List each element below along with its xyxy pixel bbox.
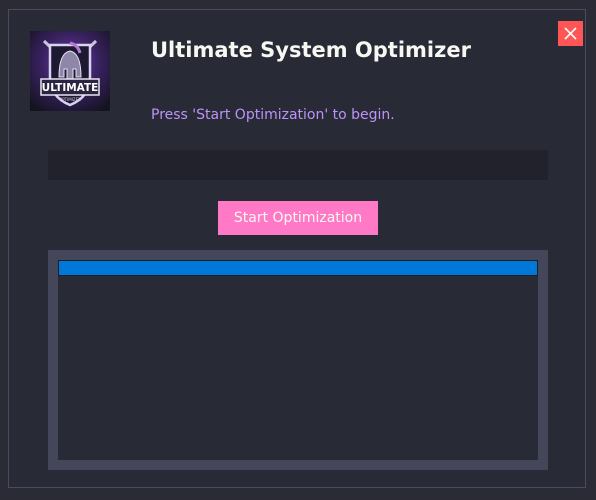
progress-bar <box>48 150 548 180</box>
log-entry-selected[interactable] <box>58 260 538 276</box>
app-title: Ultimate System Optimizer <box>151 38 471 62</box>
logo-subtext: OPTIMIZER <box>59 97 81 102</box>
logo-text: ULTIMATE <box>42 82 99 94</box>
close-icon <box>564 27 577 40</box>
close-button[interactable] <box>558 21 583 46</box>
log-list[interactable] <box>58 260 538 460</box>
status-message: Press 'Start Optimization' to begin. <box>151 107 395 123</box>
log-panel <box>48 250 548 470</box>
app-logo: ULTIMATE OPTIMIZER <box>30 31 110 111</box>
start-optimization-button[interactable]: Start Optimization <box>218 201 378 235</box>
